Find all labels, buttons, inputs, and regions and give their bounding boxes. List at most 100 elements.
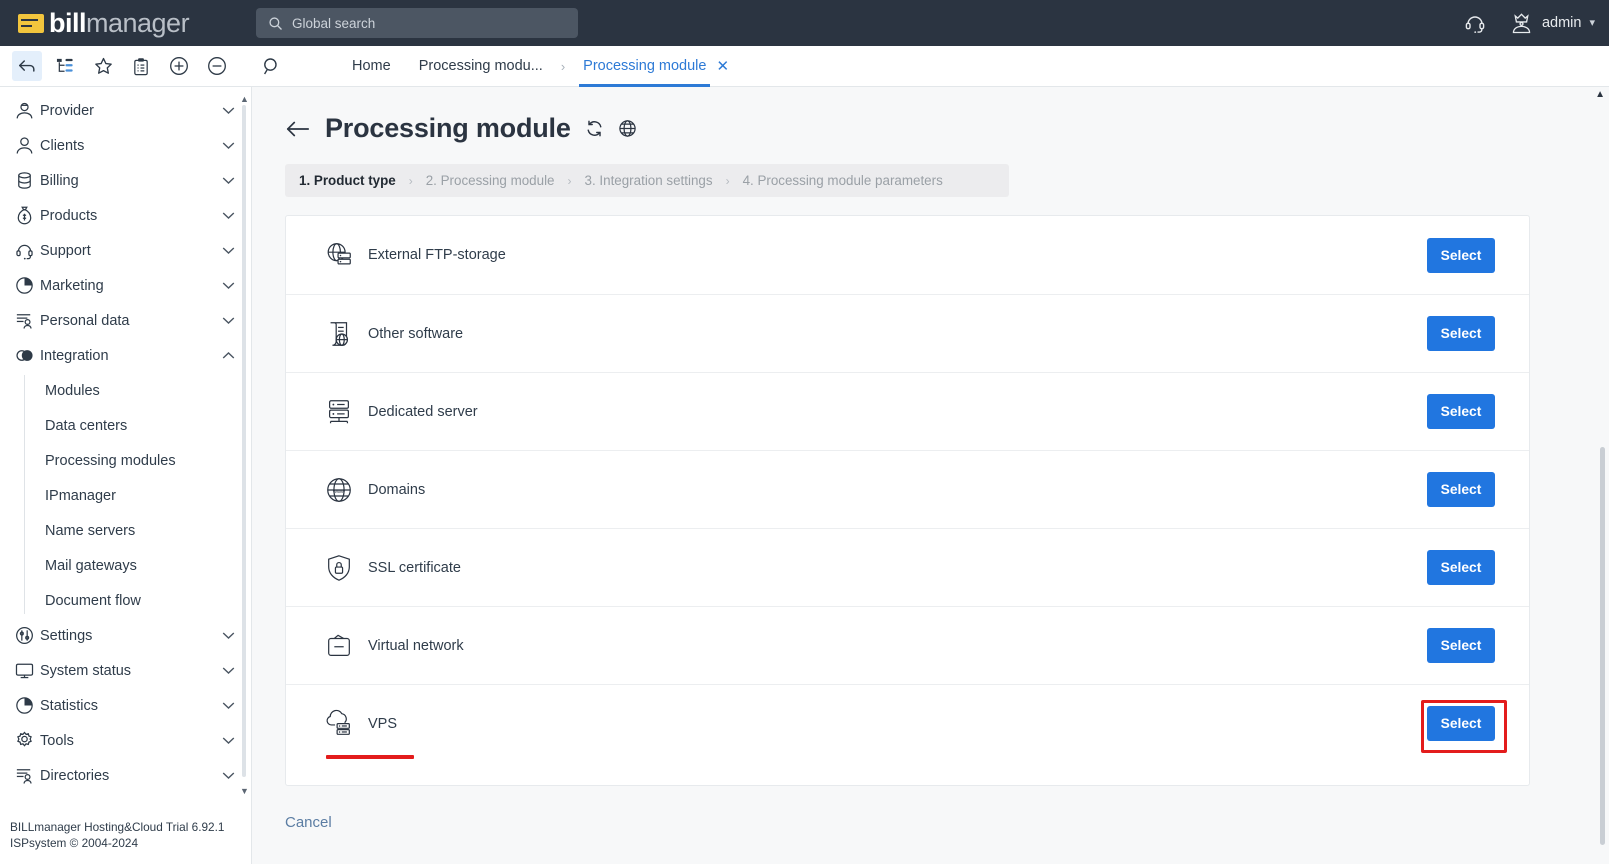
sidebar-item-personal-data[interactable]: Personal data [0, 303, 251, 338]
search-icon[interactable] [256, 51, 286, 81]
sidebar-item-products[interactable]: Products [0, 198, 251, 233]
page-title: Processing module [325, 113, 571, 143]
scroll-down-icon[interactable]: ▼ [240, 787, 249, 796]
select-button[interactable]: Select [1427, 628, 1495, 663]
headset-icon[interactable] [1463, 11, 1487, 35]
sidebar-item-label: Marketing [40, 277, 104, 294]
table-row[interactable]: SSL certificate Select [286, 528, 1529, 606]
chevron-down-icon [222, 176, 235, 185]
select-button[interactable]: Select [1427, 394, 1495, 429]
open-tabs: Home Processing modu... › Processing mod… [338, 46, 737, 87]
table-row[interactable]: www Domains Select [286, 450, 1529, 528]
sidebar-item-document-flow[interactable]: Document flow [33, 583, 251, 618]
tab-separator-icon: › [560, 58, 566, 74]
sidebar-item-processing-modules[interactable]: Processing modules [33, 443, 251, 478]
table-row[interactable]: Dedicated server Select [286, 372, 1529, 450]
select-button[interactable]: Select [1427, 550, 1495, 585]
version-label: BILLmanager Hosting&Cloud Trial 6.92.1 [10, 820, 225, 835]
sidebar: Provider Clients Billing Products Suppor… [0, 87, 252, 864]
sidebar-item-label: Support [40, 242, 91, 259]
plus-circle-icon[interactable] [164, 51, 194, 81]
tab-home-label: Home [352, 58, 391, 74]
sidebar-item-modules[interactable]: Modules [33, 373, 251, 408]
sidebar-item-label: Clients [40, 137, 85, 154]
tab-processing-module[interactable]: Processing module [569, 46, 714, 87]
tree-hierarchy-icon[interactable] [50, 51, 80, 81]
sidebar-item-label: Provider [40, 102, 94, 119]
user-menu[interactable]: admin ▾ [1509, 12, 1595, 35]
row-label: SSL certificate [368, 559, 461, 576]
wizard-step-2[interactable]: 2. Processing module [426, 173, 555, 188]
row-label: Dedicated server [368, 403, 478, 420]
select-button[interactable]: Select [1427, 706, 1495, 741]
minus-circle-icon[interactable] [202, 51, 232, 81]
sidebar-item-integration[interactable]: Integration [0, 338, 251, 373]
admin-username-label: admin [1541, 15, 1582, 31]
sidebar-nav: Provider Clients Billing Products Suppor… [0, 87, 251, 793]
integration-submenu: Modules Data centers Processing modules … [0, 373, 251, 618]
cloud-server-icon [324, 709, 368, 739]
back-arrow-icon[interactable] [285, 120, 311, 138]
sidebar-item-label: Billing [40, 172, 79, 189]
row-label: External FTP-storage [368, 247, 506, 263]
select-button[interactable]: Select [1427, 316, 1495, 351]
wizard-step-3[interactable]: 3. Integration settings [585, 173, 713, 188]
tab-bar: Home Processing modu... › Processing mod… [0, 46, 1609, 87]
sidebar-scrollbar[interactable]: ▲ ▼ [240, 95, 249, 796]
wizard-step-1[interactable]: 1. Product type [299, 173, 396, 188]
wizard-separator-icon: › [408, 173, 413, 188]
sidebar-item-statistics[interactable]: Statistics [0, 688, 251, 723]
sidebar-item-directories[interactable]: Directories [0, 758, 251, 793]
network-box-icon [324, 631, 368, 661]
select-button[interactable]: Select [1427, 472, 1495, 507]
star-icon[interactable] [88, 51, 118, 81]
tab-close-icon[interactable]: ✕ [714, 46, 737, 87]
sidebar-item-label: Personal data [40, 312, 130, 329]
sidebar-item-marketing[interactable]: Marketing [0, 268, 251, 303]
sidebar-item-label: Tools [40, 732, 74, 749]
sidebar-item-billing[interactable]: Billing [0, 163, 251, 198]
sidebar-scroll-thumb[interactable] [242, 105, 246, 777]
sidebar-item-data-centers[interactable]: Data centers [33, 408, 251, 443]
back-arrow-icon[interactable] [12, 51, 42, 81]
refresh-icon[interactable] [585, 119, 604, 138]
sidebar-item-ipmanager[interactable]: IPmanager [33, 478, 251, 513]
chevron-down-icon [222, 246, 235, 255]
sidebar-item-settings[interactable]: Settings [0, 618, 251, 653]
sidebar-item-support[interactable]: Support [0, 233, 251, 268]
wizard-step-4[interactable]: 4. Processing module parameters [743, 173, 943, 188]
chevron-down-icon [222, 771, 235, 780]
tab-home[interactable]: Home [338, 46, 405, 87]
chevron-down-icon: ▾ [1589, 16, 1595, 29]
select-button-wrap: Select [1427, 237, 1495, 273]
sidebar-item-provider[interactable]: Provider [0, 93, 251, 128]
globe-icon[interactable] [618, 119, 637, 138]
tab-processing-module-label: Processing module [583, 58, 707, 74]
scroll-up-icon[interactable]: ▲ [1595, 89, 1605, 100]
tab-processing-modules[interactable]: Processing modu... [405, 46, 557, 87]
table-row[interactable]: VPS Select [286, 684, 1529, 762]
sidebar-item-system-status[interactable]: System status [0, 653, 251, 688]
sidebar-item-mail-gateways[interactable]: Mail gateways [33, 548, 251, 583]
admin-crown-avatar-icon [1512, 12, 1531, 33]
sidebar-item-name-servers[interactable]: Name servers [33, 513, 251, 548]
main-scroll-thumb[interactable] [1600, 447, 1605, 845]
svg-text:www: www [332, 489, 346, 495]
copyright-label: ISPsystem © 2004-2024 [10, 836, 139, 851]
chevron-up-icon [222, 351, 235, 360]
software-globe-icon [324, 319, 368, 349]
main-scrollbar[interactable] [1599, 447, 1606, 847]
select-button[interactable]: Select [1427, 237, 1495, 273]
table-row[interactable]: Virtual network Select [286, 606, 1529, 684]
app-header: billmanager Global search admin ▾ [0, 0, 1609, 46]
sidebar-footer: BILLmanager Hosting&Cloud Trial 6.92.1 I… [10, 820, 224, 852]
table-row[interactable]: Other software Select [286, 294, 1529, 372]
product-type-list: External FTP-storage Select Other softwa… [285, 215, 1530, 786]
sidebar-item-tools[interactable]: Tools [0, 723, 251, 758]
global-search-input[interactable]: Global search [256, 8, 578, 38]
sidebar-item-clients[interactable]: Clients [0, 128, 251, 163]
scroll-up-icon[interactable]: ▲ [240, 95, 249, 104]
cancel-button[interactable]: Cancel [285, 814, 332, 831]
table-row[interactable]: External FTP-storage Select [286, 216, 1529, 294]
clipboard-icon[interactable] [126, 51, 156, 81]
